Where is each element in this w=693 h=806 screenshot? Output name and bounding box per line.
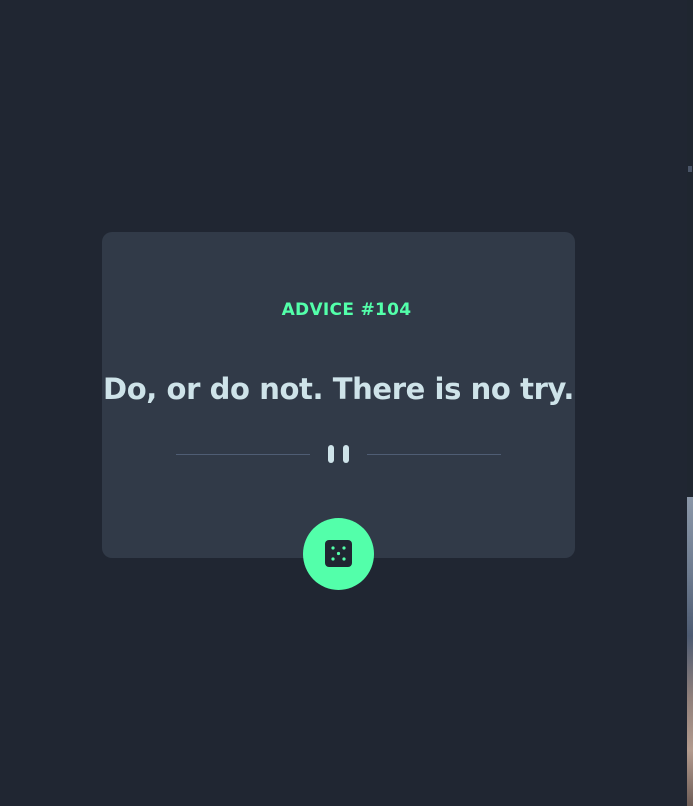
generate-advice-button[interactable] (303, 518, 374, 590)
adjacent-window-edge (687, 0, 693, 806)
divider-line-right (367, 454, 501, 455)
advice-id-label: ADVICE #104 (281, 300, 412, 320)
pause-icon (328, 445, 350, 463)
adjacent-window-mark (688, 166, 692, 172)
dice-icon (325, 540, 352, 567)
divider-line-left (176, 454, 310, 455)
adjacent-window-image (687, 497, 693, 806)
advice-quote: Do, or do not. There is no try. (103, 372, 574, 406)
divider (176, 443, 501, 465)
